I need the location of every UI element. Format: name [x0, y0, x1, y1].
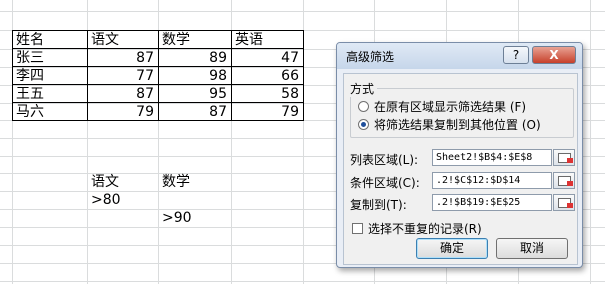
- table-cell[interactable]: 79: [88, 103, 159, 121]
- radio-in-place-label[interactable]: 在原有区域显示筛选结果 (F): [374, 98, 526, 115]
- method-group-label: 方式: [350, 80, 378, 97]
- criteria-cell[interactable]: >80: [88, 191, 158, 209]
- header-cell[interactable]: 数学: [159, 30, 232, 49]
- radio-copy-to-location[interactable]: [358, 119, 369, 130]
- gridline: [0, 11, 605, 12]
- cancel-button[interactable]: 取消: [496, 238, 568, 259]
- copy-to-input[interactable]: .2!$B$19:$E$25: [432, 194, 552, 211]
- criteria-range-picker-button[interactable]: [553, 172, 575, 189]
- copy-to-picker-button[interactable]: [553, 194, 575, 211]
- advanced-filter-dialog: 高级筛选 ? X 方式 在原有区域显示筛选结果 (F) 将筛选结果复制到其他位置…: [336, 42, 583, 268]
- table-cell[interactable]: 张三: [12, 49, 88, 67]
- copy-to-label: 复制到(T):: [350, 198, 407, 212]
- criteria-cell[interactable]: >90: [159, 209, 231, 227]
- dialog-title: 高级筛选: [346, 50, 395, 64]
- header-cell[interactable]: 语文: [88, 30, 159, 49]
- unique-records-label[interactable]: 选择不重复的记录(R): [368, 220, 482, 237]
- table-cell[interactable]: 王五: [12, 85, 88, 103]
- list-range-picker-button[interactable]: [553, 149, 575, 166]
- table-cell[interactable]: 66: [232, 67, 304, 85]
- dialog-titlebar[interactable]: 高级筛选 ? X: [337, 43, 582, 69]
- table-cell[interactable]: 马六: [12, 103, 88, 121]
- help-button[interactable]: ?: [503, 46, 529, 64]
- ok-button[interactable]: 确定: [416, 238, 488, 259]
- dialog-body: 方式 在原有区域显示筛选结果 (F) 将筛选结果复制到其他位置 (O) 列表区域…: [343, 73, 578, 265]
- table-cell[interactable]: 87: [159, 103, 232, 121]
- table-cell[interactable]: 79: [232, 103, 304, 121]
- criteria-range-input[interactable]: .2!$C$12:$D$14: [432, 172, 552, 189]
- criteria-range-label: 条件区域(C):: [350, 176, 420, 190]
- table-cell[interactable]: 李四: [12, 67, 88, 85]
- gridline: [0, 281, 605, 282]
- table-cell[interactable]: 95: [159, 85, 232, 103]
- close-button[interactable]: X: [532, 46, 576, 64]
- header-cell[interactable]: 英语: [232, 30, 304, 49]
- table-cell[interactable]: 89: [159, 49, 232, 67]
- list-range-label: 列表区域(L):: [350, 153, 419, 167]
- table-cell[interactable]: 98: [159, 67, 232, 85]
- list-range-input[interactable]: Sheet2!$B$4:$E$8: [432, 149, 552, 166]
- table-cell[interactable]: 58: [232, 85, 304, 103]
- gridline: [590, 0, 591, 284]
- table-cell[interactable]: 77: [88, 67, 159, 85]
- table-cell[interactable]: 87: [88, 49, 159, 67]
- table-cell[interactable]: 47: [232, 49, 304, 67]
- criteria-header[interactable]: 数学: [159, 173, 231, 191]
- criteria-header[interactable]: 语文: [88, 173, 158, 191]
- radio-copy-label[interactable]: 将筛选结果复制到其他位置 (O): [374, 116, 541, 133]
- unique-records-checkbox[interactable]: [352, 223, 363, 234]
- table-cell[interactable]: 87: [88, 85, 159, 103]
- header-cell[interactable]: 姓名: [12, 30, 88, 49]
- radio-in-place[interactable]: [358, 101, 369, 112]
